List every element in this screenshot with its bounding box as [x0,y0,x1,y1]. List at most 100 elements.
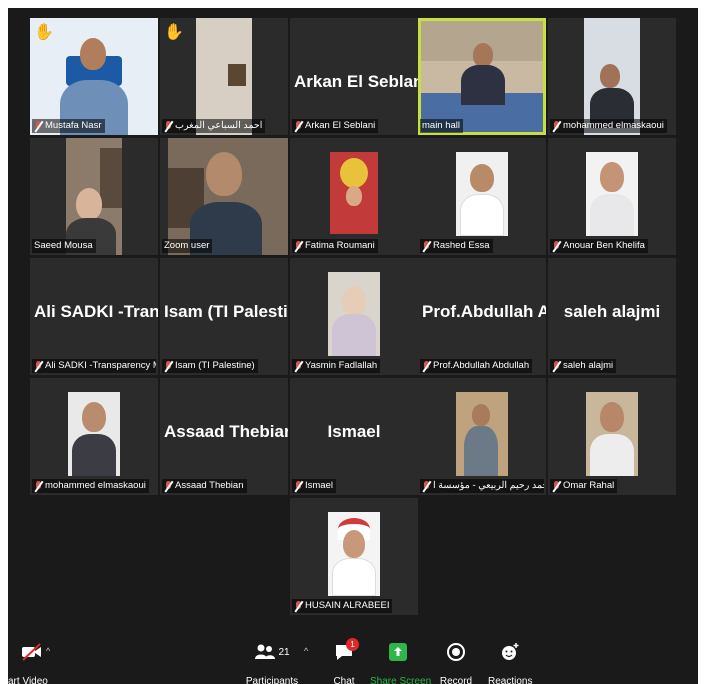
mic-off-icon [294,120,303,132]
participant-tile[interactable]: saleh alajmi saleh alajmi [548,258,676,375]
participant-name-label: Zoom user [162,239,213,253]
participant-tile[interactable]: Fatima Roumani [290,138,418,255]
participant-tile[interactable]: Yasmin Fadlallah [290,258,418,375]
participant-name-label: Mustafa Nasr [32,119,105,133]
participant-name: Ali SADKI -Transparency Mo... [45,360,156,371]
participant-video [586,152,638,236]
participant-tile-active-speaker[interactable]: main hall [418,18,546,135]
chat-icon: 1 [324,638,364,664]
participant-name-label: محمد رحيم الربيعي - مؤسسة ا... [420,479,544,493]
participant-name: Arkan El Seblani [305,120,376,131]
participant-name: Zoom user [164,240,210,251]
raised-hand-icon: ✋ [34,24,54,41]
participant-name-label: Fatima Roumani [292,239,378,253]
participant-name-label: mohammed elmaskaoui [32,479,149,493]
record-icon [436,640,476,664]
participant-tile[interactable]: Ismael Ismael [290,378,418,495]
participant-tile[interactable]: Saeed Mousa [30,138,158,255]
participant-video [168,138,288,255]
mic-off-icon [34,480,43,492]
participant-tile[interactable]: ✋ احمد السباعي المغرب [160,18,288,135]
mic-off-icon [164,360,173,372]
participant-tile[interactable]: Assaad Thebian Assaad Thebian [160,378,288,495]
participants-icon-wrap: 21 [244,640,300,664]
participant-name: main hall [422,120,461,131]
share-screen-button[interactable]: Share Screen [370,640,432,684]
wall-frame [228,64,246,86]
participant-name-label: main hall [420,119,464,133]
chat-badge: 1 [346,638,359,651]
participant-name: محمد رحيم الربيعي - مؤسسة ا... [433,480,544,491]
mic-off-icon [294,360,303,372]
participant-display-name: Ismael [327,422,381,441]
mic-off-icon [552,360,561,372]
reactions-button[interactable]: Reactions [488,640,532,684]
participant-tile[interactable]: ✋ Mustafa Nasr [30,18,158,135]
participant-name-label: Isam (TI Palestine) [162,359,258,373]
participants-label: Participants [245,676,299,684]
mic-off-icon [164,120,173,132]
participant-tile[interactable]: Prof.Abdullah A... Prof.Abdullah Abdulla… [418,258,546,375]
participant-tile[interactable]: Isam (TI Palesti... Isam (TI Palestine) [160,258,288,375]
mic-off-icon [294,240,303,252]
participant-tile[interactable]: HUSAIN ALRABEEI [290,498,418,615]
participant-name-label: احمد السباعي المغرب [162,119,266,133]
participant-video [586,392,638,476]
mic-off-icon [552,480,561,492]
mic-off-icon [164,480,173,492]
participant-name: Omar Rahal [563,480,615,491]
participant-tile[interactable]: mohammed elmaskaoui [30,378,158,495]
participant-name-label: Saeed Mousa [32,239,96,253]
participant-name-label: Anouar Ben Khelifa [550,239,648,253]
participant-name-label: Prof.Abdullah Abdullah [420,359,533,373]
participant-display-name: Assaad Thebian [164,422,288,441]
participant-name-label: Ali SADKI -Transparency Mo... [32,359,156,373]
participant-tile[interactable]: mohammed elmaskaoui [548,18,676,135]
participants-button[interactable]: 21 Participants [244,640,300,684]
participant-name: Isam (TI Palestine) [175,360,255,371]
participant-tile[interactable]: Ali SADKI -Tran... Ali SADKI -Transparen… [30,258,158,375]
participant-tile[interactable]: Omar Rahal [548,378,676,495]
mic-off-icon [294,480,303,492]
chat-button[interactable]: 1 Chat [324,638,364,684]
participant-name: mohammed elmaskaoui [563,120,664,131]
participants-count: 21 [278,646,290,658]
participant-name-label: Assaad Thebian [162,479,247,493]
mic-off-icon [34,360,43,372]
participants-icon [255,644,276,659]
participants-options-caret-icon[interactable]: ^ [304,646,308,656]
record-button[interactable]: Record [436,640,476,684]
participant-name: احمد السباعي المغرب [175,120,263,131]
mic-off-icon [552,120,561,132]
participant-tile[interactable]: Anouar Ben Khelifa [548,138,676,255]
participant-display-name: saleh alajmi [563,302,661,321]
participant-name-label: saleh alajmi [550,359,617,373]
video-options-caret-icon[interactable]: ^ [46,646,50,656]
participant-tile[interactable]: محمد رحيم الربيعي - مؤسسة ا... [418,378,546,495]
participant-name-label: HUSAIN ALRABEEI [292,599,393,613]
participant-name-label: Omar Rahal [550,479,618,493]
video-grid: ✋ Mustafa Nasr ✋ احمد السباعي المغرب Ark… [8,8,698,628]
participant-name: Ismael [305,480,333,491]
participant-name: HUSAIN ALRABEEI [305,600,390,611]
mic-off-icon [422,480,431,492]
share-screen-label: Share Screen [370,676,432,684]
participant-name: mohammed elmaskaoui [45,480,146,491]
participant-video [68,392,120,476]
participant-name: Mustafa Nasr [45,120,102,131]
participant-video [328,272,380,356]
participant-tile[interactable]: Arkan El Seblani Arkan El Seblani [290,18,418,135]
participant-name: Anouar Ben Khelifa [563,240,645,251]
participant-name-label: Arkan El Seblani [292,119,379,133]
participant-name-label: Yasmin Fadlallah [292,359,381,373]
mic-off-icon [552,240,561,252]
participant-video [584,18,640,135]
reactions-label: Reactions [488,676,533,684]
participant-name-label: mohammed elmaskaoui [550,119,667,133]
participant-tile[interactable]: Rashed Essa [418,138,546,255]
mic-off-icon [34,120,43,132]
participant-video [66,138,122,255]
meeting-toolbar: art Video ^ 21 Participants ^ 1 Chat Sha… [8,634,698,684]
participant-tile[interactable]: Zoom user [160,138,288,255]
mic-off-icon [294,600,303,612]
